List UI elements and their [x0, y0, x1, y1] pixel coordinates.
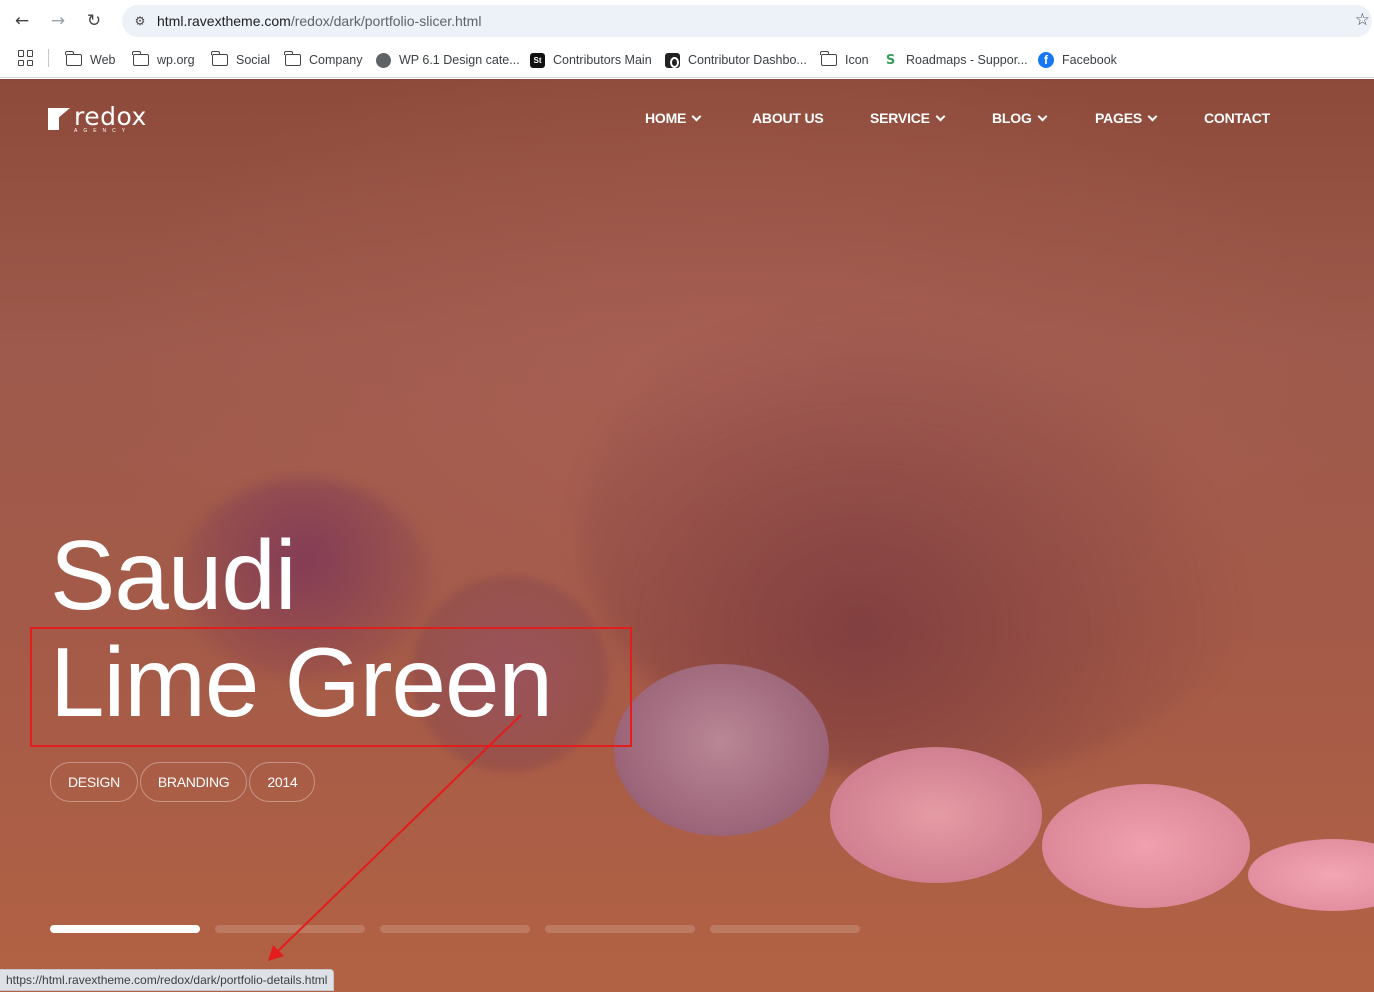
nav-pages[interactable]: PAGES: [1095, 110, 1158, 126]
decorative-cylinder: [614, 664, 829, 836]
forward-icon[interactable]: →: [47, 10, 69, 32]
logo-subtitle: AGENCY: [74, 128, 132, 134]
link-status-bar: https://html.ravextheme.com/redox/dark/p…: [0, 969, 335, 991]
bookmark-roadmaps[interactable]: S Roadmaps - Suppor...: [883, 50, 1028, 70]
hero-slider[interactable]: redox AGENCY HOME ABOUT US SERVICE BLOG …: [0, 79, 1374, 992]
nav-label: CONTACT: [1204, 110, 1270, 126]
reload-icon[interactable]: ↻: [83, 10, 105, 32]
chevron-down-icon: [935, 111, 946, 121]
site-info-icon[interactable]: ⚙: [130, 11, 150, 31]
bookmark-label: wp.org: [157, 53, 195, 67]
decorative-cylinder: [1042, 784, 1250, 908]
decorative-cylinder: [1248, 839, 1374, 911]
chevron-down-icon: [1147, 111, 1158, 121]
tag-design[interactable]: DESIGN: [50, 762, 138, 802]
nav-label: SERVICE: [870, 110, 930, 126]
decorative-cylinder: [830, 747, 1042, 883]
bookmark-company[interactable]: Company: [284, 50, 363, 70]
bookmark-label: Contributors Main: [553, 53, 652, 67]
slide-indicator-2[interactable]: [215, 925, 365, 933]
bookmark-wp-org[interactable]: wp.org: [132, 50, 195, 70]
bookmarks-separator: [48, 49, 49, 67]
nav-label: ABOUT US: [752, 110, 824, 126]
contributor-icon: [665, 52, 680, 68]
bookmark-label: WP 6.1 Design cate...: [399, 53, 520, 67]
hero-tags: DESIGN BRANDING 2014: [50, 762, 316, 802]
nav-service[interactable]: SERVICE: [870, 110, 946, 126]
slide-indicator-3[interactable]: [380, 925, 530, 933]
folder-icon: [820, 51, 837, 66]
slide-indicator-1[interactable]: [50, 925, 200, 933]
bookmark-label: Web: [90, 53, 116, 67]
url-text[interactable]: html.ravextheme.com/redox/dark/portfolio…: [157, 13, 481, 29]
nav-label: BLOG: [992, 110, 1032, 126]
bookmark-label: Icon: [845, 53, 869, 67]
st-icon: St: [530, 52, 545, 68]
nav-blog[interactable]: BLOG: [992, 110, 1048, 126]
back-icon[interactable]: ←: [11, 10, 33, 32]
tag-year[interactable]: 2014: [249, 762, 316, 802]
bookmark-label: Social: [236, 53, 271, 67]
folder-icon: [284, 51, 301, 66]
url-host: html.ravextheme.com: [157, 13, 291, 29]
folder-icon: [132, 51, 149, 66]
chevron-down-icon: [691, 111, 702, 121]
site-logo[interactable]: redox AGENCY: [48, 102, 147, 138]
bookmark-star-icon[interactable]: ☆: [1355, 10, 1370, 30]
bookmark-contributors-main[interactable]: St Contributors Main: [530, 50, 652, 70]
bookmark-icon[interactable]: Icon: [820, 50, 869, 70]
nav-home[interactable]: HOME: [645, 110, 702, 126]
slide-indicator-5[interactable]: [710, 925, 860, 933]
tag-branding[interactable]: BRANDING: [139, 762, 248, 802]
bookmark-facebook[interactable]: f Facebook: [1038, 50, 1117, 70]
nav-label: PAGES: [1095, 110, 1142, 126]
logo-word: redox: [74, 102, 147, 131]
nav-about-us[interactable]: ABOUT US: [752, 110, 824, 126]
bookmark-contributor-dashboard[interactable]: Contributor Dashbo...: [665, 50, 807, 70]
bookmark-label: Company: [309, 53, 363, 67]
nav-label: HOME: [645, 110, 687, 126]
url-path: /redox/dark/portfolio-slicer.html: [290, 13, 482, 29]
browser-toolbar: ← → ↻ ⚙ html.ravextheme.com/redox/dark/p…: [0, 0, 1374, 42]
bookmark-wp-design[interactable]: WP 6.1 Design cate...: [376, 50, 520, 70]
hero-title-line1: Saudi: [50, 520, 297, 630]
folder-icon: [65, 51, 82, 66]
apps-grid-icon[interactable]: [18, 50, 34, 66]
facebook-icon: f: [1038, 52, 1054, 68]
annotation-highlight-box: [30, 627, 632, 747]
logo-mark-icon: [48, 108, 70, 130]
globe-icon: [376, 52, 391, 68]
bookmark-label: Facebook: [1062, 53, 1117, 67]
chevron-down-icon: [1037, 111, 1048, 121]
nav-contact[interactable]: CONTACT: [1204, 110, 1270, 126]
folder-icon: [211, 51, 228, 66]
address-bar[interactable]: ⚙ html.ravextheme.com/redox/dark/portfol…: [122, 5, 1372, 37]
slide-indicator-4[interactable]: [545, 925, 695, 933]
bookmark-label: Roadmaps - Suppor...: [906, 53, 1028, 67]
bookmark-web[interactable]: Web: [65, 50, 116, 70]
bookmark-social[interactable]: Social: [211, 50, 271, 70]
bookmark-label: Contributor Dashbo...: [688, 53, 807, 67]
roadmap-icon: S: [885, 52, 896, 68]
